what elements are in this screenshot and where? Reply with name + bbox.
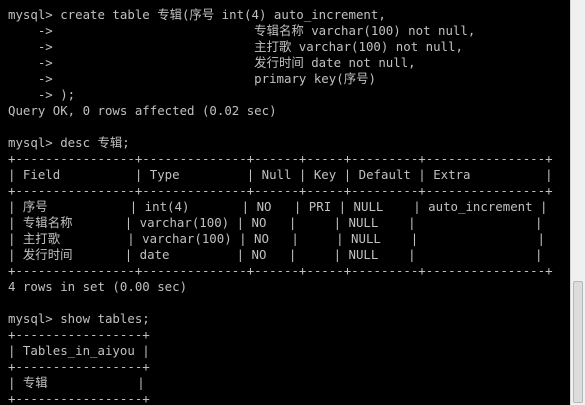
console-line: -> primary key(序号) [8, 71, 376, 86]
console-window[interactable]: mysql> create table 专辑(序号 int(4) auto_in… [0, 0, 585, 405]
console-line: 4 rows in set (0.00 sec) [8, 279, 188, 294]
console-line: -> 专辑名称 varchar(100) not null, [8, 23, 476, 38]
console-line: mysql> desc 专辑; [8, 135, 130, 150]
console-line: -> 主打歌 varchar(100) not null, [8, 39, 463, 54]
console-line: Query OK, 0 rows affected (0.02 sec) [8, 103, 277, 118]
table-border: +-----------------+ [8, 391, 150, 405]
table-border: +----------------+--------------+------+… [8, 151, 553, 166]
console-line: -> ); [8, 87, 76, 102]
console-line: mysql> create table 专辑(序号 int(4) auto_in… [8, 7, 386, 22]
table-header-row: | Field | Type | Null | Key | Default | … [8, 167, 553, 182]
table-border: +-----------------+ [8, 359, 150, 374]
table-row: | 发行时间 | date | NO | | NULL | | [8, 247, 543, 262]
scrollbar-thumb[interactable] [573, 281, 583, 403]
table-row: | 专辑 | [8, 375, 145, 390]
table-border: +----------------+--------------+------+… [8, 263, 553, 278]
vertical-scrollbar[interactable] [570, 0, 585, 405]
console-line: -> 发行时间 date not null, [8, 55, 416, 70]
table-border: +----------------+--------------+------+… [8, 183, 553, 198]
table-border: +-----------------+ [8, 327, 150, 342]
table-row: | 专辑名称 | varchar(100) | NO | | NULL | | [8, 215, 543, 230]
console-output: mysql> create table 专辑(序号 int(4) auto_in… [8, 7, 568, 405]
table-row: | 序号 | int(4) | NO | PRI | NULL | auto_i… [8, 199, 548, 214]
console-line: mysql> show tables; [8, 311, 150, 326]
table-header-row: | Tables_in_aiyou | [8, 343, 150, 358]
table-row: | 主打歌 | varchar(100) | NO | | NULL | | [8, 231, 545, 246]
